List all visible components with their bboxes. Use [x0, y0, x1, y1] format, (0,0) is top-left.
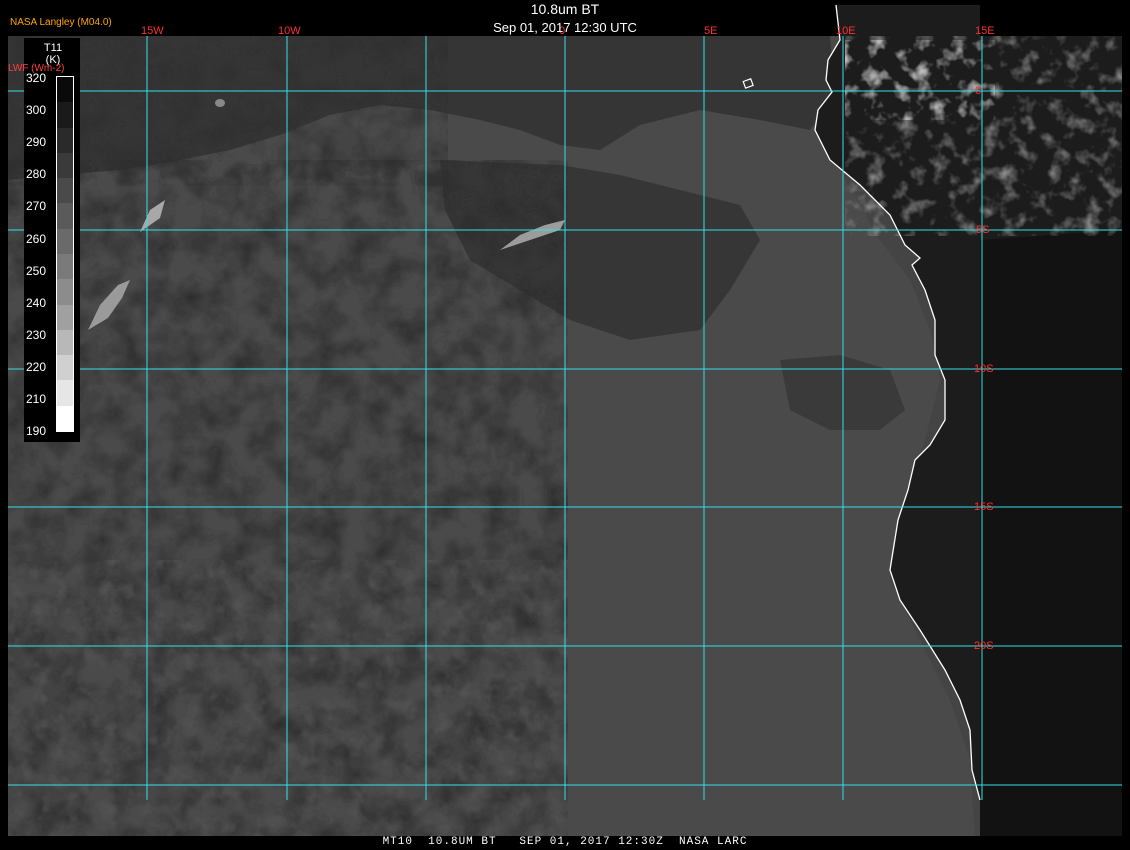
lat-label-10s: 10S	[974, 363, 994, 375]
colorbar-strip	[56, 76, 74, 432]
colorbar-tick-label: 260	[26, 231, 47, 246]
colorbar-swatch	[57, 203, 73, 229]
colorbar-title-variable: T11	[43, 42, 63, 54]
colorbar-swatch	[57, 304, 73, 330]
colorbar-swatch	[57, 329, 73, 356]
satellite-map: 15W 10W 0 5E 10E 15E 0 5S 10S 15S 20S	[0, 0, 1130, 850]
footer-caption: MT10 10.8UM BT SEP 01, 2017 12:30Z NASA …	[382, 836, 748, 848]
map-canvas: 15W 10W 0 5E 10E 15E 0 5S 10S 15S 20S	[8, 4, 1122, 836]
colorbar-swatch	[57, 380, 73, 406]
colorbar-tick-label: 290	[26, 135, 47, 150]
colorbar-swatch	[57, 178, 73, 204]
colorbar-legend: T11 (K) 320 300 290 280 270 260 250 240 230 220 21…	[24, 38, 80, 442]
lwf-label: LWF (Wm-2)	[8, 63, 65, 74]
colorbar-tick-label: 280	[26, 167, 47, 182]
colorbar-tick-label: 250	[26, 263, 47, 278]
light-texture-south	[8, 560, 568, 836]
colorbar-tick-label: 270	[26, 199, 47, 214]
colorbar-swatch	[57, 279, 73, 305]
colorbar-tick-label: 210	[26, 392, 47, 406]
colorbar-swatch	[57, 253, 73, 280]
colorbar-swatch	[57, 355, 73, 381]
provider-label: NASA Langley (M04.0)	[10, 17, 112, 28]
land-interior	[980, 230, 1122, 836]
cloud-speck	[215, 99, 225, 107]
lat-label-15s: 15S	[974, 501, 994, 513]
colorbar-swatch	[57, 127, 73, 153]
timestamp: Sep 01, 2017 12:30 UTC	[493, 20, 637, 35]
colorbar-tick-label: 190	[26, 424, 47, 439]
colorbar-swatch	[57, 405, 73, 431]
colorbar-tick-label: 240	[26, 295, 47, 310]
colorbar-tick-label: 220	[26, 359, 47, 374]
colorbar-tick-label: 300	[26, 103, 47, 118]
colorbar-swatch	[57, 77, 73, 103]
colorbar-swatch	[57, 102, 73, 128]
colorbar-swatch	[57, 228, 73, 254]
colorbar-swatch	[57, 152, 73, 179]
cloud-field-bright	[845, 40, 995, 120]
product-title: 10.8um BT	[530, 1, 600, 17]
lat-label-5s: 5S	[976, 224, 989, 236]
lat-label-20s: 20S	[974, 640, 994, 652]
lat-label-0: 0	[975, 85, 981, 97]
colorbar-tick-label: 230	[26, 327, 47, 342]
